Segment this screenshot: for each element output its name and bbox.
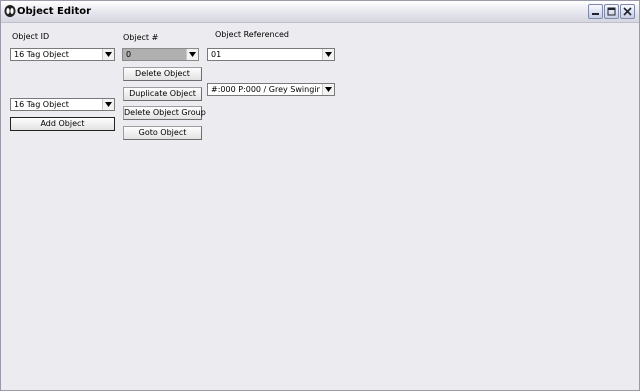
referenced-detail-dropdown[interactable]: #:000 P:000 / Grey Swinging Do: [207, 83, 335, 96]
new-object-type-dropdown[interactable]: 16 Tag Object: [10, 98, 115, 111]
dropdown-arrow[interactable]: [102, 49, 114, 60]
maximize-icon: [607, 7, 616, 16]
minimize-icon: [592, 13, 599, 15]
close-button[interactable]: [620, 4, 635, 19]
close-icon: [623, 7, 632, 16]
object-id-dropdown[interactable]: 16 Tag Object: [10, 48, 115, 61]
delete-object-group-button[interactable]: Delete Object Group: [123, 106, 206, 120]
chevron-down-icon: [189, 52, 196, 57]
minimize-button[interactable]: [588, 4, 603, 19]
app-icon: [4, 5, 16, 17]
delete-object-button[interactable]: Delete Object: [123, 67, 202, 81]
object-referenced-value: 01: [211, 50, 222, 59]
dropdown-arrow[interactable]: [102, 99, 114, 110]
dropdown-arrow[interactable]: [186, 49, 198, 60]
object-referenced-label: Object Referenced: [215, 30, 289, 39]
referenced-detail-value: #:000 P:000 / Grey Swinging Do: [211, 85, 320, 94]
goto-object-button[interactable]: Goto Object: [123, 126, 202, 140]
object-id-label: Object ID: [12, 32, 50, 41]
object-number-label: Object #: [123, 33, 159, 42]
chevron-down-icon: [325, 87, 332, 92]
object-number-dropdown[interactable]: 0: [122, 48, 199, 61]
object-id-value: 16 Tag Object: [14, 50, 69, 59]
duplicate-object-button[interactable]: Duplicate Object: [123, 87, 202, 101]
object-number-value: 0: [126, 50, 132, 59]
object-editor-window: Object Editor Object ID Object # Object …: [0, 0, 640, 391]
dropdown-arrow[interactable]: [322, 49, 334, 60]
new-object-type-value: 16 Tag Object: [14, 100, 69, 109]
title-bar[interactable]: Object Editor: [1, 1, 639, 23]
chevron-down-icon: [325, 52, 332, 57]
chevron-down-icon: [105, 52, 112, 57]
add-object-button[interactable]: Add Object: [10, 117, 115, 131]
chevron-down-icon: [105, 102, 112, 107]
maximize-button[interactable]: [604, 4, 619, 19]
window-title: Object Editor: [17, 6, 92, 17]
dropdown-arrow[interactable]: [322, 84, 334, 95]
object-referenced-dropdown[interactable]: 01: [207, 48, 335, 61]
